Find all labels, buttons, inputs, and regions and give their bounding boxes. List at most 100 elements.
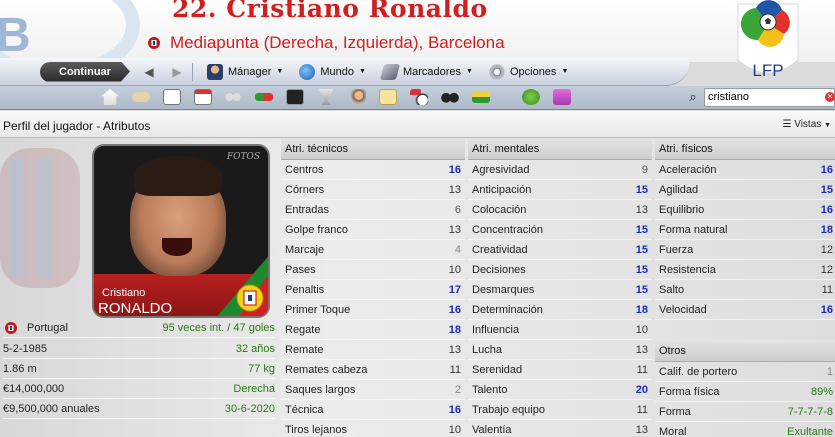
clipboard-icon[interactable] <box>379 89 397 105</box>
info-row-birth: 5-2-1985 32 años <box>3 339 275 359</box>
attribute-row[interactable]: Córners 13 <box>281 180 465 200</box>
lfp-logo-icon[interactable]: LFP <box>728 0 808 84</box>
attribute-row[interactable]: Desmarques 15 <box>468 280 652 300</box>
attribute-name: Influencia <box>472 323 520 336</box>
main-navbar: Continuar ◀ ▶ Mánager ▼ Mundo ▼ Marcadores… <box>0 58 690 86</box>
continue-button[interactable]: Continuar <box>40 61 130 82</box>
attribute-row[interactable]: Tiros lejanos 10 <box>281 420 465 437</box>
attribute-value: 18 <box>820 223 833 236</box>
club-crest-icon: B <box>0 0 150 62</box>
attribute-row[interactable]: Primer Toque 16 <box>281 300 465 320</box>
attribute-row[interactable]: Golpe franco 13 <box>281 220 465 240</box>
back-arrow-icon[interactable]: ◀ <box>140 65 158 79</box>
shoe-ball-icon[interactable] <box>410 89 428 105</box>
attribute-row[interactable]: Equilibrio 16 <box>655 200 835 220</box>
attribute-name: Valentía <box>472 423 512 436</box>
attribute-row[interactable]: Técnica 16 <box>281 400 465 420</box>
attribute-row[interactable]: Lucha 13 <box>468 340 652 360</box>
attribute-row[interactable]: Anticipación 15 <box>468 180 652 200</box>
search-input[interactable] <box>704 87 835 107</box>
mental-attributes-column: Atri. mentales Agresividad 9 Anticipación 1… <box>468 138 652 437</box>
help-icon[interactable] <box>522 89 540 105</box>
trophy-icon[interactable] <box>318 89 334 105</box>
scout-icon[interactable] <box>348 89 366 105</box>
attribute-value: 10 <box>448 423 461 436</box>
attribute-row[interactable]: Forma 7-7-7-7-8 <box>655 402 835 422</box>
attribute-row[interactable]: Remate 13 <box>281 340 465 360</box>
attribute-row[interactable]: Agresividad 9 <box>468 160 652 180</box>
player-position-club: Mediapunta (Derecha, Izquierda), Barcelo… <box>170 33 505 52</box>
attribute-row[interactable]: Concentración 15 <box>468 220 652 240</box>
attribute-value: 11 <box>636 403 648 416</box>
attribute-value: 11 <box>821 283 833 296</box>
technical-attributes-column: Atri. técnicos Centros 16 Córners 13 Entrada… <box>281 138 465 437</box>
attribute-name: Córners <box>285 183 325 196</box>
attribute-row[interactable]: Marcaje 4 <box>281 240 465 260</box>
calendar-icon[interactable] <box>194 89 212 105</box>
attribute-row[interactable]: Forma natural 18 <box>655 220 835 240</box>
attribute-row[interactable]: Decisiones 15 <box>468 260 652 280</box>
search-icon[interactable]: ⌕ <box>682 87 704 107</box>
attribute-name: Calif. de portero <box>659 365 738 378</box>
transfer-icon[interactable] <box>255 93 273 101</box>
portugal-flag-icon <box>217 256 268 316</box>
mental-header: Atri. mentales <box>468 138 652 160</box>
finances-icon[interactable] <box>472 91 490 103</box>
info-row-body: 1.86 m 77 kg <box>3 359 275 379</box>
attribute-row[interactable]: Entradas 6 <box>281 200 465 220</box>
tactics-board-icon[interactable] <box>286 89 304 105</box>
attribute-value: 13 <box>635 423 648 436</box>
club-letter: B <box>0 9 31 62</box>
binoculars-icon[interactable] <box>441 89 459 105</box>
attribute-row[interactable]: Colocación 13 <box>468 200 652 220</box>
attribute-name: Aceleración <box>659 163 717 176</box>
forward-arrow-icon[interactable]: ▶ <box>168 65 186 79</box>
attribute-row[interactable]: Trabajo equipo 11 <box>468 400 652 420</box>
menu-options[interactable]: Opciones ▼ <box>488 63 568 80</box>
attribute-name: Equilibrio <box>659 203 705 216</box>
attribute-row[interactable]: Remates cabeza 11 <box>281 360 465 380</box>
extras-icon[interactable] <box>553 89 571 105</box>
attribute-row[interactable]: Regate 18 <box>281 320 465 340</box>
attribute-row[interactable]: Pases 10 <box>281 260 465 280</box>
attribute-row[interactable]: Valentía 13 <box>468 420 652 437</box>
attribute-name: Fuerza <box>659 243 694 256</box>
attribute-row[interactable]: Calif. de portero 1 <box>655 362 835 382</box>
views-button[interactable]: ☰ Vistas ▼ <box>782 119 831 130</box>
home-icon[interactable] <box>101 89 119 105</box>
attribute-row[interactable]: Salto 11 <box>655 280 835 300</box>
menu-scores[interactable]: Marcadores ▼ <box>379 63 473 80</box>
attribute-row[interactable]: Fuerza 12 <box>655 240 835 260</box>
document-icon[interactable] <box>163 89 181 105</box>
attribute-row[interactable]: Influencia 10 <box>468 320 652 340</box>
attribute-row[interactable]: Centros 16 <box>281 160 465 180</box>
attribute-value: 7-7-7-7-8 <box>787 405 833 418</box>
menu-manager[interactable]: Mánager ▼ <box>207 63 283 80</box>
attribute-value: 12 <box>820 263 833 276</box>
boots-icon[interactable] <box>132 92 150 102</box>
attribute-row[interactable]: Aceleración 16 <box>655 160 835 180</box>
views-list-icon: ☰ <box>782 119 792 130</box>
menu-world[interactable]: Mundo ▼ <box>299 63 366 80</box>
info-row-nationality: Portugal 95 veces int. / 47 goles <box>3 318 275 338</box>
portugal-crest-icon <box>148 37 160 49</box>
attribute-value: 15 <box>635 183 648 196</box>
attribute-row[interactable]: Saques largos 2 <box>281 380 465 400</box>
nationality[interactable]: Portugal <box>27 322 68 334</box>
attribute-row[interactable]: Moral Exultante <box>655 422 835 437</box>
attribute-row[interactable]: Serenidad 11 <box>468 360 652 380</box>
attribute-row[interactable]: Creatividad 15 <box>468 240 652 260</box>
attribute-row[interactable]: Velocidad 16 <box>655 300 835 320</box>
attribute-value: 15 <box>820 183 833 196</box>
attribute-row[interactable]: Determinación 18 <box>468 300 652 320</box>
attribute-row[interactable]: Talento 20 <box>468 380 652 400</box>
attribute-row[interactable]: Forma física 89% <box>655 382 835 402</box>
clear-search-icon[interactable]: ✕ <box>825 92 835 102</box>
age: 32 años <box>235 342 275 355</box>
attribute-row[interactable]: Penaltis 17 <box>281 280 465 300</box>
attribute-row[interactable]: Resistencia 12 <box>655 260 835 280</box>
attribute-name: Serenidad <box>472 363 523 376</box>
attribute-value: 4 <box>454 243 461 256</box>
attribute-row[interactable]: Agilidad 15 <box>655 180 835 200</box>
squad-icon[interactable] <box>224 89 242 105</box>
